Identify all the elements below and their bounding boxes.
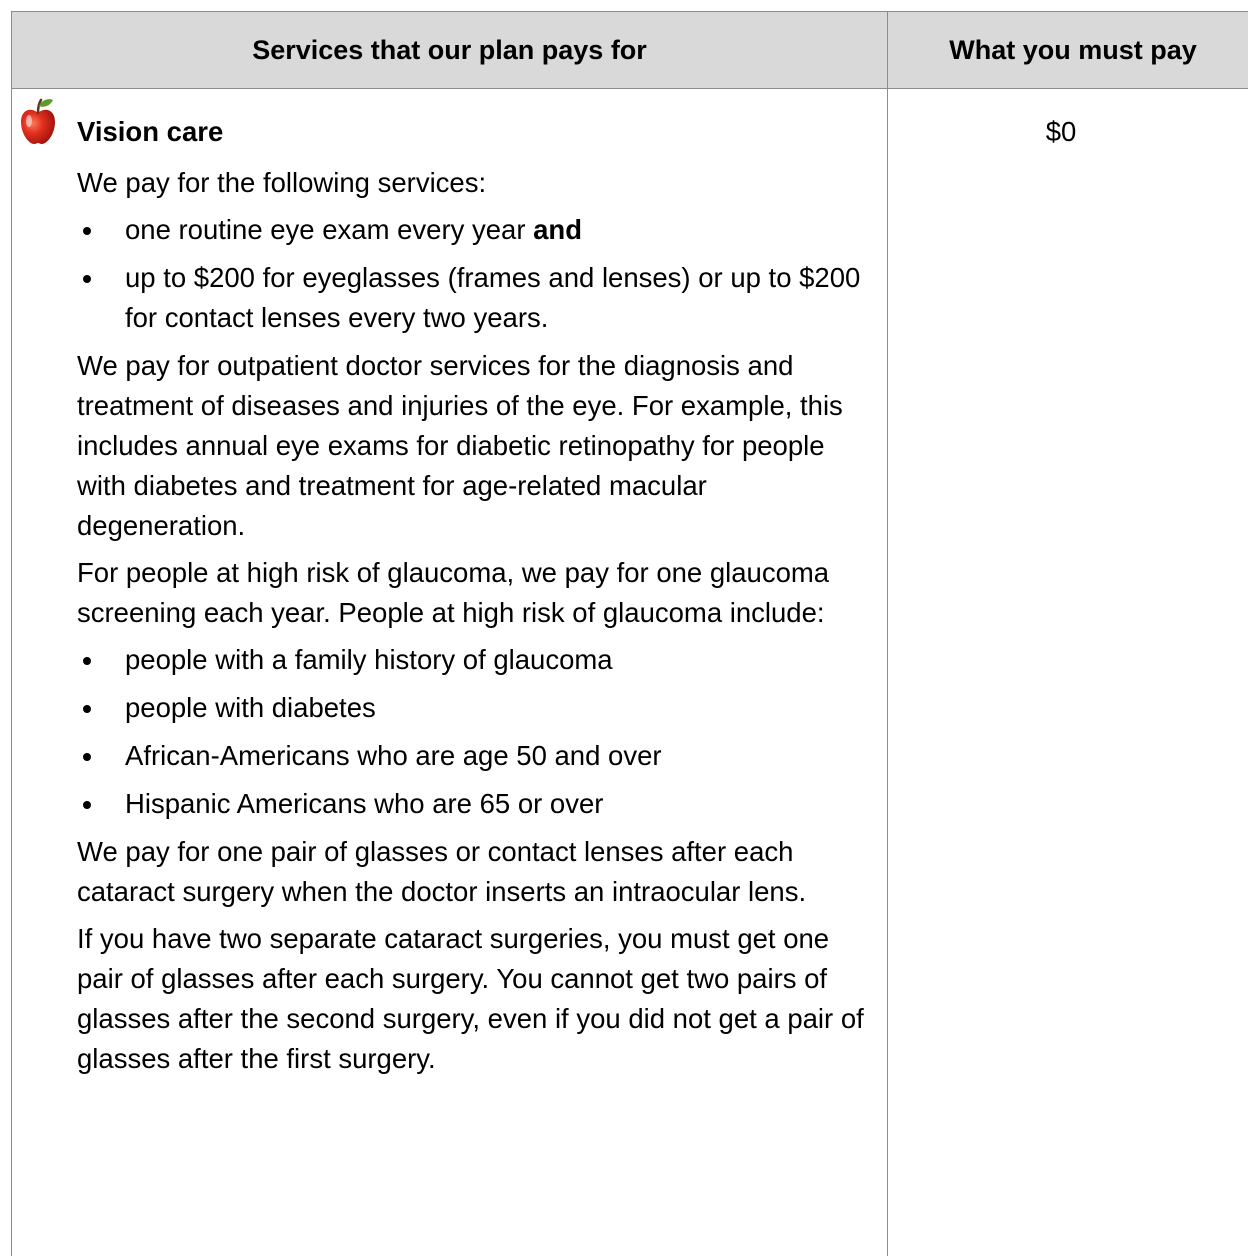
list-item: one routine eye exam every year and (77, 210, 867, 250)
apple-icon (21, 98, 55, 144)
cost-cell: $0 (876, 112, 1246, 152)
list-item: Hispanic Americans who are 65 or over (77, 784, 867, 824)
list-item: up to $200 for eyeglasses (frames and le… (77, 258, 867, 338)
cataract-paragraph: We pay for one pair of glasses or contac… (77, 836, 807, 907)
high-risk-list: people with a family history of glaucoma… (77, 640, 867, 824)
list-item: African-Americans who are age 50 and ove… (77, 736, 867, 776)
covered-services-list: one routine eye exam every year and up t… (77, 210, 867, 338)
list-item: people with a family history of glaucoma (77, 640, 867, 680)
header-what-you-pay: What you must pay (949, 35, 1197, 65)
two-surgeries-paragraph: If you have two separate cataract surger… (77, 923, 864, 1074)
table-header-row: Services that our plan pays for What you… (12, 12, 1248, 89)
cost-value: $0 (1045, 116, 1077, 147)
list-item: people with diabetes (77, 688, 867, 728)
services-cell: Vision care We pay for the following ser… (77, 112, 867, 1086)
outpatient-paragraph: We pay for outpatient doctor services fo… (77, 350, 843, 541)
column-divider (887, 12, 888, 1256)
header-services: Services that our plan pays for (252, 35, 647, 65)
intro-text: We pay for the following services: (77, 167, 487, 198)
benefit-title: Vision care (77, 116, 224, 147)
glaucoma-paragraph: For people at high risk of glaucoma, we … (77, 557, 830, 628)
